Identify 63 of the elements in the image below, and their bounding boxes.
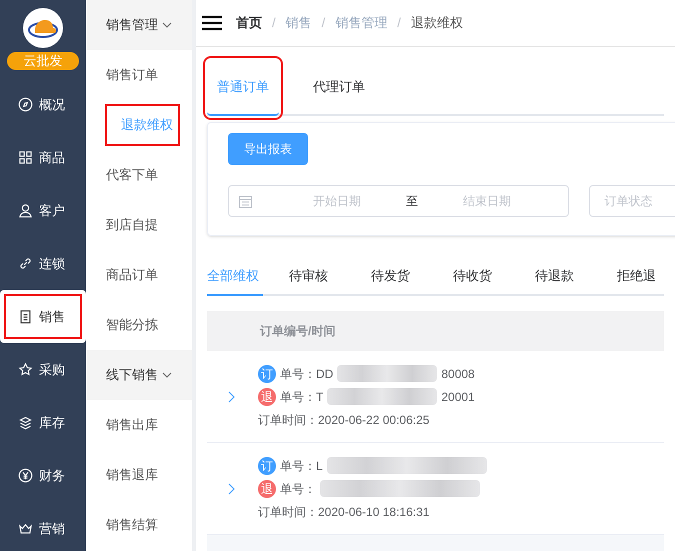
refund-badge: 退 <box>258 480 276 498</box>
submenu-item[interactable]: 代客下单 <box>86 150 192 200</box>
start-date-placeholder: 开始日期 <box>312 193 362 210</box>
order-badge: 订 <box>258 456 276 474</box>
status-tab[interactable]: 待收货 <box>453 258 509 296</box>
order-number: 单号：L <box>280 458 323 474</box>
nav-item[interactable]: 销售 <box>0 290 86 343</box>
status-tab[interactable]: 待退款 <box>535 258 591 296</box>
chevron-down-icon <box>162 20 172 30</box>
chevron-down-icon <box>162 370 172 380</box>
end-date-placeholder: 结束日期 <box>462 193 512 210</box>
order-tab[interactable]: 代理订单 <box>303 60 375 116</box>
logo-badge: 云批发 <box>7 52 79 70</box>
range-separator: 至 <box>405 193 419 210</box>
refund-number: 单号： <box>280 480 316 498</box>
nav-item[interactable]: 概况 <box>0 78 86 131</box>
order-badge: 订 <box>258 364 276 382</box>
link-icon <box>18 256 33 271</box>
refund-number-end: 20001 <box>441 388 475 406</box>
expand-chevron-icon[interactable] <box>228 482 236 494</box>
submenu-group-header[interactable]: 销售管理 <box>86 0 192 50</box>
user-icon <box>18 203 33 218</box>
yen-icon <box>18 468 33 483</box>
refund-number: 单号：T <box>280 388 324 406</box>
nav-item[interactable]: 连锁 <box>0 237 86 290</box>
status-tab[interactable]: 待审核 <box>289 258 345 296</box>
refund-badge: 退 <box>258 388 276 406</box>
nav-item[interactable]: 营销 <box>0 502 86 551</box>
status-tab[interactable]: 待发货 <box>371 258 427 296</box>
order-time: 订单时间：2020-06-10 18:16:31 <box>258 504 430 520</box>
nav-item[interactable]: 客户 <box>0 184 86 237</box>
nav-item[interactable]: 商品 <box>0 131 86 184</box>
submenu-item[interactable]: 销售订单 <box>86 50 192 100</box>
submenu-item[interactable]: 商品订单 <box>86 250 192 300</box>
breadcrumb-separator: / <box>272 14 276 32</box>
expand-chevron-icon[interactable] <box>228 390 236 402</box>
nav-item[interactable]: 财务 <box>0 449 86 502</box>
star-icon <box>18 362 33 377</box>
submenu-item[interactable]: 销售结算 <box>86 500 192 550</box>
logo-icon <box>23 8 63 48</box>
menu-icon[interactable] <box>202 15 222 31</box>
grid-icon <box>18 150 33 165</box>
layers-icon <box>18 415 33 430</box>
compass-icon <box>18 97 33 112</box>
breadcrumb-separator: / <box>397 14 401 32</box>
breadcrumb-item[interactable]: 首页 <box>236 13 262 33</box>
breadcrumb-separator: / <box>322 14 326 32</box>
breadcrumb-item: 退款维权 <box>410 14 463 32</box>
clipboard-icon <box>18 309 33 324</box>
submenu-group-header[interactable]: 线下销售 <box>86 350 192 400</box>
status-tab[interactable]: 拒绝退 <box>617 258 673 296</box>
order-time: 订单时间：2020-06-22 00:06:25 <box>258 412 430 428</box>
order-number-end: 80008 <box>441 366 475 382</box>
order-number: 单号：DD <box>280 366 334 382</box>
submenu-item[interactable]: 销售出库 <box>86 400 192 450</box>
date-range-field[interactable]: 开始日期 至 结束日期 <box>228 185 569 217</box>
table-header: 订单编号/时间 <box>207 311 664 351</box>
nav-item[interactable]: 库存 <box>0 396 86 449</box>
submenu-item[interactable]: 智能分拣 <box>86 300 192 350</box>
submenu-item[interactable]: 销售退库 <box>86 450 192 500</box>
nav-item[interactable]: 采购 <box>0 343 86 396</box>
calendar-icon <box>239 194 252 208</box>
submenu-item[interactable]: 到店自提 <box>86 200 192 250</box>
